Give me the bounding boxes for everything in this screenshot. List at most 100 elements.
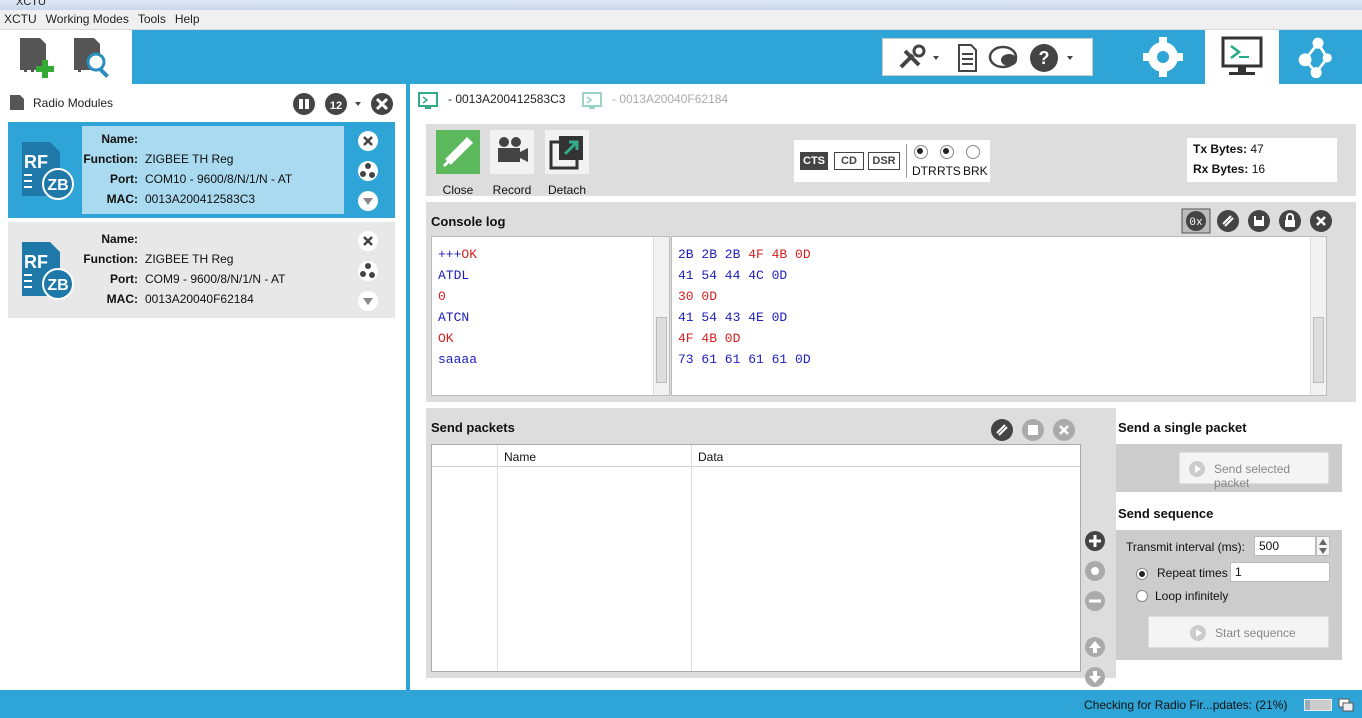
column-name[interactable]: Name [504, 450, 536, 464]
sort-modules-icon[interactable]: 12 [324, 92, 364, 116]
function-label: Function: [83, 252, 138, 266]
save-console-icon[interactable] [1246, 208, 1272, 234]
spinner-down-icon[interactable] [1319, 548, 1327, 554]
console-text-view[interactable]: +++OK ATDL 0 ATCN OK saaaa [431, 236, 670, 396]
compare-modules-icon[interactable] [292, 92, 316, 116]
save-packets-icon[interactable] [1021, 418, 1045, 442]
single-packet-title: Send a single packet [1118, 420, 1247, 435]
menu-tools[interactable]: Tools [134, 10, 171, 26]
close-connection-button[interactable]: Close [432, 130, 484, 197]
console-line-fragment: OK [438, 331, 454, 346]
dsr-indicator: DSR [868, 152, 900, 170]
add-radio-module-icon[interactable] [14, 34, 60, 80]
svg-text:12: 12 [330, 100, 342, 112]
clear-packets-icon[interactable] [990, 418, 1014, 442]
hex-view-icon[interactable]: 0x [1181, 208, 1211, 234]
hex-label: 0x [1189, 217, 1203, 229]
record-label: Record [492, 183, 532, 197]
status-message: Checking for Radio Fir...pdates: (21%) [1084, 698, 1288, 712]
console-hex-view[interactable]: 2B 2B 2B 4F 4B 0D 41 54 44 4C 0D 30 0D 41 5… [671, 236, 1327, 396]
tab-module-2[interactable]: - 0013A20040F62184 [612, 92, 728, 112]
menu-xctu[interactable]: XCTU [0, 10, 42, 26]
remove-packets-icon[interactable] [1052, 418, 1076, 442]
disconnect-module-icon[interactable] [357, 230, 379, 252]
loop-infinitely-radio[interactable] [1136, 590, 1148, 602]
window-title: XCTU [16, 0, 46, 8]
spinner-up-icon[interactable] [1319, 539, 1327, 545]
console-line-fragment: ATCN [438, 310, 470, 325]
menu-working-modes[interactable]: Working Modes [42, 10, 134, 26]
console-line: 30 0D [678, 289, 717, 309]
discover-radio-modules-icon[interactable] [68, 34, 114, 80]
module-mac: 0013A200412583C3 [145, 192, 256, 206]
console-line-fragment: 41 54 44 4C 0D [678, 268, 788, 283]
transmit-interval-input[interactable]: 500 [1254, 536, 1316, 556]
rts-toggle[interactable] [940, 145, 954, 159]
module-port: COM10 - 9600/8/N/1/N - AT [145, 172, 293, 186]
expand-module-icon[interactable] [357, 190, 379, 212]
detach-button[interactable]: Detach [541, 130, 593, 197]
brk-toggle[interactable] [966, 145, 980, 159]
console-line: saaaa [438, 352, 477, 372]
console-line: 4F 4B 0D [678, 331, 740, 351]
dtr-toggle[interactable] [914, 145, 928, 159]
console-text-scrollbar[interactable] [653, 237, 669, 395]
repeat-times-radio[interactable] [1136, 568, 1148, 580]
update-progress-bar [1304, 699, 1332, 711]
edit-packet-icon[interactable] [1084, 560, 1106, 582]
zigbee-module-icon: RF ZB [22, 142, 74, 200]
move-down-icon[interactable] [1084, 666, 1106, 688]
packets-table[interactable]: Name Data [431, 444, 1081, 672]
radio-module-card[interactable]: RF ZB Name: Function: ZIGBEE TH Reg Port:… [8, 122, 395, 218]
console-line-fragment: 41 54 43 4E 0D [678, 310, 788, 325]
consoles-mode-icon[interactable] [1205, 30, 1279, 84]
remove-packet-icon[interactable] [1084, 590, 1106, 612]
start-sequence-button[interactable]: Start sequence [1148, 616, 1329, 648]
main-toolbar: ? [0, 30, 1362, 84]
record-button[interactable]: Record [486, 130, 538, 197]
tools-icon[interactable] [895, 43, 939, 73]
console-line: ATDL [438, 268, 469, 288]
console-hex-scrollbar[interactable] [1310, 237, 1326, 395]
module-network-icon[interactable] [357, 260, 379, 282]
close-console-icon[interactable] [1308, 208, 1334, 234]
radio-module-icon [10, 95, 24, 110]
status-bar: Checking for Radio Fir...pdates: (21%) [0, 690, 1362, 718]
serial-lines: CTS CD DSR DTR RTS BRK [794, 140, 990, 182]
module-network-icon[interactable] [357, 160, 379, 182]
disconnect-module-icon[interactable] [357, 130, 379, 152]
column-data[interactable]: Data [698, 450, 723, 464]
radio-modules-header: Radio Modules 12 [8, 92, 398, 116]
add-packet-icon[interactable] [1084, 530, 1106, 552]
tab-module-1[interactable]: - 0013A200412583C3 [448, 92, 565, 112]
repeat-times-input[interactable]: 1 [1230, 562, 1330, 582]
clear-console-icon[interactable] [1215, 208, 1241, 234]
console-line-fragment: OK [461, 247, 478, 262]
module-info: Name: Function: ZIGBEE TH Reg Port: COM10 … [82, 126, 344, 214]
menu-help[interactable]: Help [171, 10, 205, 26]
console-log-title: Console log [431, 214, 506, 229]
radio-module-card[interactable]: RF ZB Name: Function: ZIGBEE TH Reg Port:… [8, 222, 395, 318]
frames-interpreter-icon[interactable] [953, 43, 981, 73]
tx-bytes-label: Tx Bytes: [1193, 142, 1248, 156]
lock-console-icon[interactable] [1277, 208, 1303, 234]
console-line: OK [438, 331, 454, 351]
background-tasks-icon[interactable] [1338, 698, 1354, 712]
remove-all-modules-icon[interactable] [370, 92, 394, 116]
move-up-icon[interactable] [1084, 636, 1106, 658]
interval-spinner[interactable] [1316, 536, 1330, 556]
module-info: Name: Function: ZIGBEE TH Reg Port: COM9 -… [82, 226, 344, 314]
configuration-mode-icon[interactable] [1137, 30, 1207, 84]
console-line-fragment: +++ [438, 247, 462, 262]
console-tab-icon [418, 92, 438, 109]
close-label: Close [442, 183, 474, 197]
network-mode-icon[interactable] [1283, 30, 1353, 84]
console-line-fragment: 30 0D [678, 289, 718, 304]
feedback-icon[interactable] [987, 43, 1023, 73]
expand-module-icon[interactable] [357, 290, 379, 312]
tools-group: ? [882, 38, 1093, 76]
console-line: 73 61 61 61 61 0D [678, 352, 811, 372]
zigbee-module-icon: RF ZB [22, 242, 74, 300]
help-icon[interactable]: ? [1029, 43, 1085, 73]
send-selected-packet-button[interactable]: Send selected packet [1179, 452, 1329, 490]
